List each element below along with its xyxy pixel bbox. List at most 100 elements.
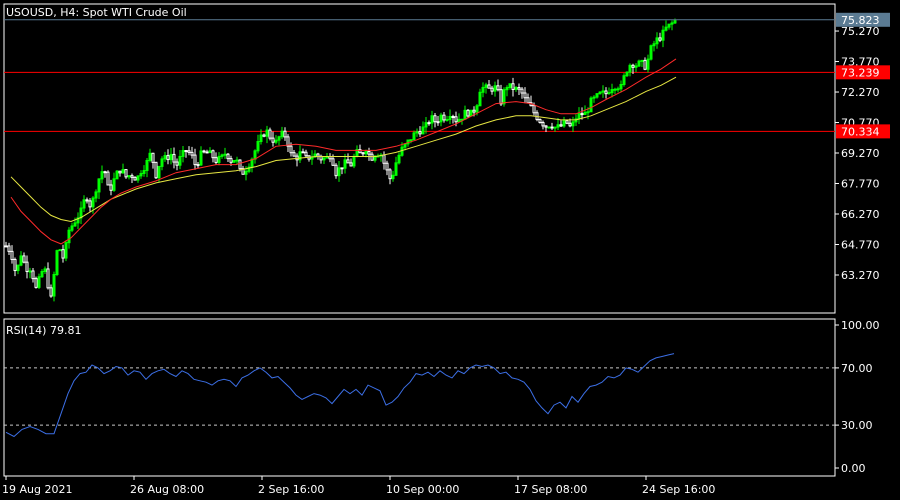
price-tick-label: 72.270 [841,86,880,99]
candle-body [25,261,29,272]
candle-body [559,124,563,127]
candle-body [289,145,293,154]
candle-body [553,126,557,129]
candle-body [490,87,494,92]
current-price-label: 75.823 [841,14,880,27]
time-tick-label: 17 Sep 08:00 [514,483,587,496]
candle-body [367,150,371,155]
price-tick-label: 66.270 [841,208,880,221]
candle-body [88,200,92,208]
candle-body [268,129,272,139]
candle-body [631,64,635,68]
candle-body [433,115,437,123]
candle-body [340,167,344,170]
candle-body [487,84,491,89]
candle-body [385,162,389,171]
candle-body [607,92,611,95]
time-tick-label: 26 Aug 08:00 [130,483,204,496]
candle-body [172,153,176,163]
candle-body [454,116,458,123]
candle-body [103,171,107,174]
candle-body [316,153,320,157]
candle-body [28,270,32,273]
candle-body [130,175,134,178]
candle-body [85,199,89,202]
candle-body [166,155,170,161]
candle-body [370,153,374,161]
candle-body [586,111,590,114]
time-tick-label: 19 Aug 2021 [2,483,72,496]
candle-body [31,270,35,280]
candle-body [472,109,476,113]
candle-body [202,150,206,153]
candle-body [382,154,386,164]
candle-body [361,152,365,155]
candle-body [568,122,572,127]
time-tick-label: 24 Sep 16:00 [642,483,715,496]
level-badge-label: 73.239 [841,66,880,79]
candle-body [304,151,308,157]
candle-body [190,151,194,156]
candle-body [442,114,446,121]
candle-body [151,152,155,163]
candle-body [418,131,422,135]
candle-body [301,151,305,154]
candle-body [187,150,191,153]
candle-body [196,164,200,167]
time-tick-label: 2 Sep 16:00 [258,483,324,496]
candle-body [214,157,218,163]
candle-body [436,121,440,124]
candle-body [346,159,350,164]
candle-body [544,125,548,128]
candle-body [34,278,38,288]
candle-body [532,105,536,114]
candle-body [334,164,338,177]
candle-body [388,169,392,180]
candle-body [292,152,296,157]
candle-body [499,89,503,105]
candle-body [4,245,8,248]
candle-body [46,268,50,289]
candle-body [331,158,335,166]
candle-body [526,97,530,104]
candle-body [109,184,113,191]
candle-body [658,37,662,41]
candle-body [211,150,215,159]
candle-body [580,113,584,116]
candle-body [466,109,470,117]
candle-body [541,122,545,127]
candle-body [550,126,554,129]
candle-body [118,170,122,174]
candle-body [643,59,647,70]
candle-body [22,255,26,263]
price-tick-label: 64.770 [841,238,880,251]
level-badge-label: 70.334 [841,125,880,138]
candle-body [451,115,455,118]
candle-body [520,88,524,94]
candle-body [223,153,227,156]
rsi-tick-label: 30.00 [841,419,873,432]
candle-body [409,139,413,142]
candle-body [511,83,515,90]
candle-body [7,245,11,252]
candle-body [613,88,617,91]
candle-body [106,171,110,186]
candle-body [523,92,527,99]
candle-body [10,250,14,260]
candle-body [538,119,542,124]
candle-body [124,169,128,178]
candle-body [238,159,242,170]
candle-body [427,122,431,125]
candle-body [229,158,233,163]
candle-body [154,161,158,179]
candle-body [58,249,62,252]
candle-body [547,126,551,129]
symbol-label: USOUSD, H4: Spot WTI Crude Oil [6,6,187,19]
candle-body [226,153,230,160]
chart-canvas: 75.27073.77072.27070.77069.27067.77066.2… [0,0,900,500]
rsi-tick-label: 70.00 [841,362,873,375]
candle-body [205,151,209,154]
price-tick-label: 67.770 [841,178,880,191]
candle-body [517,87,521,90]
candle-body [445,119,449,122]
